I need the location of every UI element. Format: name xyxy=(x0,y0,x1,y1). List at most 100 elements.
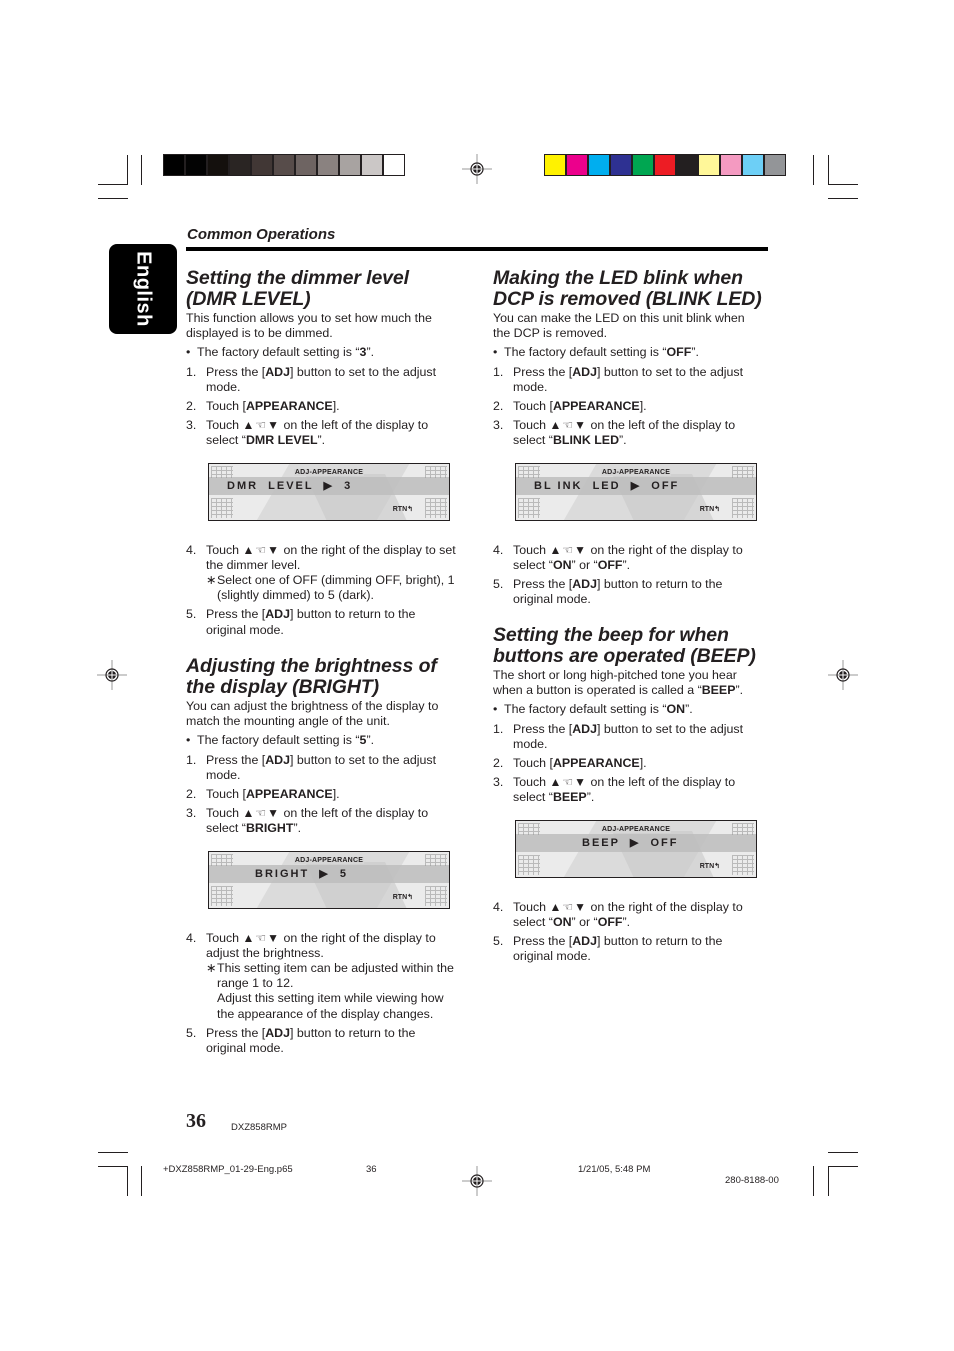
section-title: Making the LED blink when DCP is removed … xyxy=(493,268,765,309)
display-item: BL INK LED xyxy=(534,479,621,492)
section-blink-led: Making the LED blink when DCP is removed … xyxy=(493,268,765,607)
up-hand-down-arrows-icon: ▲☜▼ xyxy=(549,775,588,790)
step-3: 3. Touch ▲☜▼ on the left of the display t… xyxy=(186,806,429,836)
page-number: 36 xyxy=(186,1110,206,1132)
crop-mark xyxy=(98,1152,128,1153)
title-line: Adjusting the brightness of xyxy=(186,655,437,677)
color-swatch xyxy=(721,155,741,175)
up-hand-down-arrows-icon: ▲☜▼ xyxy=(549,899,588,914)
color-swatch xyxy=(589,155,609,175)
step-1: 1. Press the [ADJ] button to set to the a… xyxy=(493,364,744,394)
step-2: 2. Touch [APPEARANCE]. xyxy=(493,399,647,414)
display-rtn: RTN xyxy=(392,894,408,902)
crop-mark xyxy=(127,155,128,185)
color-swatch xyxy=(164,155,184,175)
color-swatch xyxy=(230,155,250,175)
step-4: 4. Touch ▲☜▼ on the right of the display … xyxy=(493,899,743,929)
step-1: 1. Press the [ADJ] button to set to the a… xyxy=(493,721,744,751)
color-swatch xyxy=(545,155,565,175)
default-setting: The factory default setting is “ON”. xyxy=(493,702,765,717)
crop-mark xyxy=(813,155,814,185)
display-rtn: RTN xyxy=(699,863,715,871)
step-3: 3. Touch ▲☜▼ on the left of the display t… xyxy=(493,775,736,805)
display-item: DMR LEVEL xyxy=(227,479,314,492)
color-swatch xyxy=(340,155,360,175)
color-bar xyxy=(544,154,786,176)
section-header: Common Operations xyxy=(187,226,336,243)
title-line: Setting the dimmer level xyxy=(186,267,409,289)
display-value: OFF xyxy=(651,479,680,492)
color-swatch xyxy=(274,155,294,175)
intro-text: You can adjust the brightness of the dis… xyxy=(186,699,439,729)
step-3: 3. Touch ▲☜▼ on the left of the display t… xyxy=(186,418,429,448)
color-swatch xyxy=(567,155,587,175)
color-swatch xyxy=(296,155,316,175)
intro-text: The short or long high-pitched tone you … xyxy=(493,668,744,698)
crop-mark xyxy=(141,1166,142,1196)
section-title: Setting the dimmer level (DMR LEVEL) xyxy=(186,268,458,309)
step-2: 2. Touch [APPEARANCE]. xyxy=(186,787,340,802)
crop-mark xyxy=(127,1166,128,1196)
up-hand-down-arrows-icon: ▲☜▼ xyxy=(242,930,281,945)
title-line: the display (BRIGHT) xyxy=(186,675,380,698)
registration-target-icon xyxy=(97,660,127,690)
default-value: ON xyxy=(666,702,686,717)
title-line: (DMR LEVEL) xyxy=(186,287,311,310)
display-item: BEEP xyxy=(582,836,620,849)
title-line: buttons are operated (BEEP) xyxy=(493,644,756,667)
display-title: ADJ-APPEARANCE xyxy=(600,468,672,476)
section-title: Adjusting the brightness of the display (… xyxy=(186,656,458,697)
crop-mark xyxy=(141,155,142,185)
up-hand-down-arrows-icon: ▲☜▼ xyxy=(242,542,281,557)
crop-mark xyxy=(98,184,128,185)
intro-text: You can make the LED on this unit blink … xyxy=(493,311,745,341)
note: ∗ Select one of OFF (dimming OFF, bright)… xyxy=(206,573,455,603)
default-setting: The factory default setting is “5”. xyxy=(186,733,458,748)
crop-mark xyxy=(98,198,128,199)
language-tab-label: English xyxy=(132,251,155,327)
display-title: ADJ-APPEARANCE xyxy=(293,468,365,476)
step-5: 5. Press the [ADJ] button to return to th… xyxy=(493,934,723,964)
display-title: ADJ-APPEARANCE xyxy=(293,856,365,864)
return-arrow-icon: ↰ xyxy=(714,863,720,871)
crop-mark xyxy=(828,184,858,185)
display-item: BRIGHT xyxy=(255,867,310,880)
section-beep: Setting the beep for when buttons are ope… xyxy=(493,625,765,964)
section-title: Setting the beep for when buttons are ope… xyxy=(493,625,765,666)
up-hand-down-arrows-icon: ▲☜▼ xyxy=(549,418,588,433)
grayscale-bar xyxy=(163,154,405,176)
display-illustration: ADJ-APPEARANCE BL INK LED ▶ OFF RTN↰ xyxy=(515,462,757,521)
registration-target-icon xyxy=(462,154,492,184)
registration-target-icon xyxy=(828,660,858,690)
display-title: ADJ-APPEARANCE xyxy=(600,825,672,833)
color-swatch xyxy=(318,155,338,175)
slug-date: 1/21/05, 5:48 PM xyxy=(578,1164,651,1175)
color-swatch xyxy=(765,155,785,175)
color-swatch xyxy=(677,155,697,175)
display-value: OFF xyxy=(650,836,679,849)
crop-mark xyxy=(98,1166,128,1167)
display-illustration: ADJ-APPEARANCE BEEP ▶ OFF RTN↰ xyxy=(515,819,757,878)
return-arrow-icon: ↰ xyxy=(714,506,720,514)
color-swatch xyxy=(699,155,719,175)
step-1: 1. Press the [ADJ] button to set to the a… xyxy=(186,364,437,394)
up-hand-down-arrows-icon: ▲☜▼ xyxy=(549,542,588,557)
default-setting: The factory default setting is “OFF”. xyxy=(493,345,765,360)
header-rule xyxy=(186,247,768,251)
color-swatch xyxy=(611,155,631,175)
step-1: 1. Press the [ADJ] button to set to the a… xyxy=(186,752,437,782)
color-swatch xyxy=(655,155,675,175)
slug-code: 280-8188-00 xyxy=(725,1175,779,1186)
step-5: 5. Press the [ADJ] button to return to th… xyxy=(186,1025,416,1056)
step-2: 2. Touch [APPEARANCE]. xyxy=(493,756,647,771)
display-rtn: RTN xyxy=(699,506,715,514)
slug-filename: +DXZ858RMP_01-29-Eng.p65 xyxy=(163,1164,293,1175)
title-line: Making the LED blink when xyxy=(493,267,743,289)
slug-page: 36 xyxy=(366,1164,377,1175)
up-hand-down-arrows-icon: ▲☜▼ xyxy=(242,418,281,433)
title-line: DCP is removed (BLINK LED) xyxy=(493,287,762,310)
step-2: 2. Touch [APPEARANCE]. xyxy=(186,399,340,414)
title-line: Setting the beep for when xyxy=(493,624,729,646)
section-bright: Adjusting the brightness of the display (… xyxy=(186,656,458,1056)
return-arrow-icon: ↰ xyxy=(407,894,413,902)
